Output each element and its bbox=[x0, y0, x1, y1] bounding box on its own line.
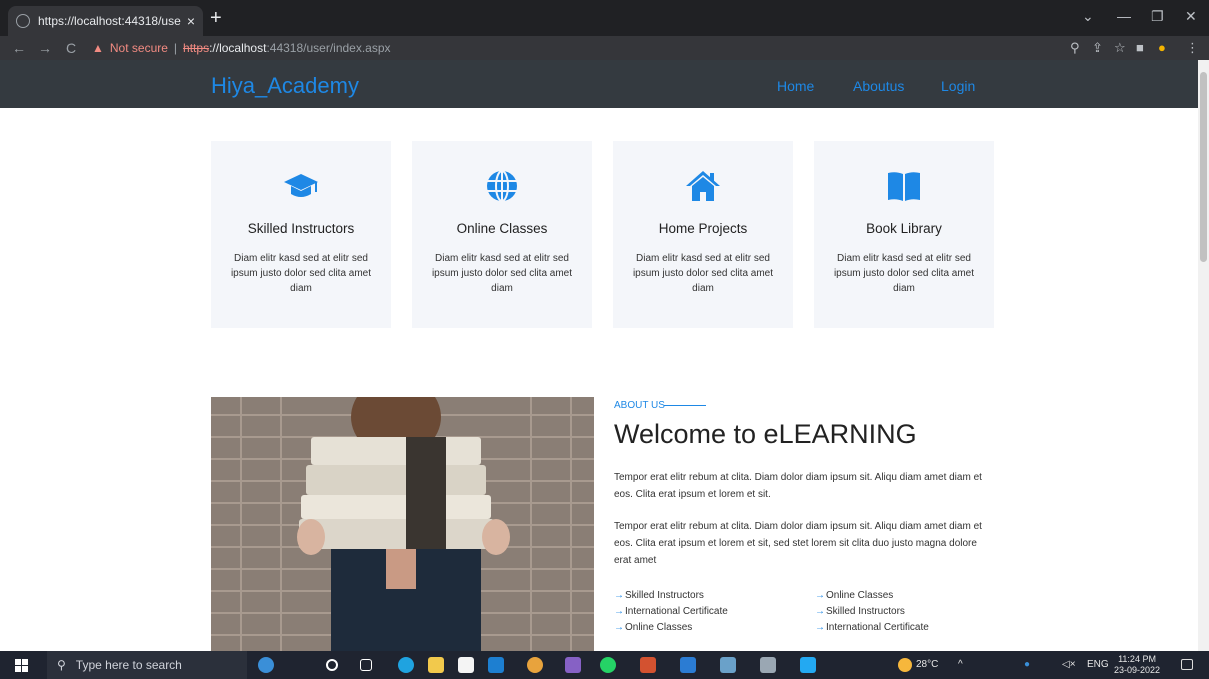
url-path: :44318/user/index.aspx bbox=[266, 41, 391, 55]
forward-icon[interactable]: → bbox=[38, 40, 52, 56]
store-icon[interactable] bbox=[458, 657, 474, 673]
arrow-right-icon: → bbox=[614, 590, 624, 601]
site-globe-icon bbox=[16, 14, 30, 28]
about-us-label: ABOUT US bbox=[614, 400, 665, 411]
zoom-icon[interactable]: ⚲ bbox=[1070, 40, 1080, 56]
powerpoint-icon[interactable] bbox=[640, 657, 656, 673]
book-icon bbox=[888, 172, 920, 201]
feature-item: →Online Classes bbox=[815, 590, 894, 601]
close-window-icon[interactable]: ✕ bbox=[1185, 8, 1197, 25]
not-secure-label[interactable]: Not secure bbox=[110, 41, 168, 55]
feature-item: →Skilled Instructors bbox=[815, 606, 905, 617]
site-navbar: Hiya_Academy Home Aboutus Login bbox=[0, 60, 1198, 108]
chrome-icon[interactable] bbox=[527, 657, 543, 673]
arrow-right-icon: → bbox=[614, 622, 624, 633]
about-paragraph-1: Tempor erat elitr rebum at clita. Diam d… bbox=[614, 472, 982, 500]
card-description: Diam elitr kasd sed at elitr sed ipsum j… bbox=[833, 253, 975, 294]
about-paragraph-2: Tempor erat elitr rebum at clita. Diam d… bbox=[614, 521, 982, 566]
nav-home[interactable]: Home bbox=[777, 78, 814, 94]
scrollbar-thumb[interactable] bbox=[1200, 72, 1207, 262]
arrow-right-icon: → bbox=[815, 622, 825, 633]
visual-studio-icon[interactable] bbox=[565, 657, 581, 673]
url-input[interactable]: ▲ Not secure | https ://localhost :44318… bbox=[92, 36, 391, 60]
url-host: ://localhost bbox=[209, 41, 267, 55]
notification-icon[interactable] bbox=[1181, 659, 1193, 670]
search-placeholder: Type here to search bbox=[75, 658, 182, 672]
arrow-right-icon: → bbox=[815, 590, 825, 601]
back-icon[interactable]: ← bbox=[12, 40, 26, 56]
task-view-icon[interactable] bbox=[360, 659, 372, 671]
tray-overflow-icon[interactable]: ^ bbox=[958, 659, 963, 670]
nav-aboutus[interactable]: Aboutus bbox=[853, 78, 904, 94]
vscode-icon[interactable] bbox=[800, 657, 816, 673]
share-icon[interactable]: ⇪ bbox=[1092, 40, 1103, 56]
profile-avatar-icon[interactable]: ● bbox=[1158, 40, 1166, 55]
taskbar-clock[interactable]: 11:24 PM 23-09-2022 bbox=[1114, 654, 1160, 676]
address-bar-row: ← → C ▲ Not secure | https ://localhost … bbox=[0, 36, 1209, 60]
card-description: Diam elitr kasd sed at elitr sed ipsum j… bbox=[230, 253, 372, 294]
card-description: Diam elitr kasd sed at elitr sed ipsum j… bbox=[632, 253, 774, 294]
tab-search-chevron-icon[interactable]: ⌄ bbox=[1082, 8, 1094, 25]
feature-card-book-library: Book Library Diam elitr kasd sed at elit… bbox=[814, 141, 994, 328]
browser-tab-bar: https://localhost:44318/user/ind × + ⌄ —… bbox=[0, 0, 1209, 36]
reload-icon[interactable]: C bbox=[64, 40, 78, 56]
card-title: Skilled Instructors bbox=[247, 221, 355, 236]
notepad-icon[interactable] bbox=[720, 657, 736, 673]
windows-taskbar: ⚲ Type here to search 28°C ^ ● ◁× ENG 11… bbox=[0, 651, 1209, 679]
card-title: Online Classes bbox=[456, 221, 548, 236]
globe-icon bbox=[487, 170, 517, 202]
app-icon[interactable] bbox=[760, 657, 776, 673]
news-widget-icon[interactable] bbox=[258, 657, 274, 673]
whatsapp-icon[interactable] bbox=[600, 657, 616, 673]
bookmark-star-icon[interactable]: ☆ bbox=[1114, 40, 1126, 56]
feature-item: →Skilled Instructors bbox=[614, 590, 704, 601]
file-explorer-icon[interactable] bbox=[428, 657, 444, 673]
weather-temp[interactable]: 28°C bbox=[916, 659, 938, 670]
feature-item: →International Certificate bbox=[614, 606, 728, 617]
about-us-underline bbox=[664, 405, 706, 406]
cortana-icon[interactable] bbox=[326, 659, 338, 671]
bluetooth-icon[interactable]: ● bbox=[1024, 659, 1030, 670]
about-image bbox=[211, 397, 594, 651]
maximize-icon[interactable]: ❐ bbox=[1151, 8, 1164, 25]
sidepanel-icon[interactable]: ■ bbox=[1136, 40, 1144, 55]
card-title: Book Library bbox=[866, 221, 942, 236]
clock-time: 11:24 PM bbox=[1118, 654, 1156, 664]
about-heading: Welcome to eLEARNING bbox=[614, 419, 917, 449]
graduation-cap-icon bbox=[284, 174, 318, 197]
url-scheme: https bbox=[183, 41, 210, 55]
feature-card-skilled-instructors: Skilled Instructors Diam elitr kasd sed … bbox=[211, 141, 391, 328]
arrow-right-icon: → bbox=[815, 606, 825, 617]
taskbar-search-input[interactable]: ⚲ Type here to search bbox=[47, 651, 247, 679]
windows-start-icon[interactable] bbox=[15, 659, 28, 672]
browser-tab[interactable]: https://localhost:44318/user/ind × bbox=[8, 6, 203, 36]
site-brand[interactable]: Hiya_Academy bbox=[211, 73, 359, 99]
card-description: Diam elitr kasd sed at elitr sed ipsum j… bbox=[431, 253, 573, 294]
feature-card-online-classes: Online Classes Diam elitr kasd sed at el… bbox=[412, 141, 592, 328]
language-indicator[interactable]: ENG bbox=[1087, 659, 1109, 670]
menu-kebab-icon[interactable]: ⋮ bbox=[1186, 40, 1199, 56]
search-icon: ⚲ bbox=[57, 658, 66, 672]
card-title: Home Projects bbox=[658, 221, 748, 236]
tab-close-icon[interactable]: × bbox=[187, 13, 195, 29]
feature-card-home-projects: Home Projects Diam elitr kasd sed at eli… bbox=[613, 141, 793, 328]
nav-login[interactable]: Login bbox=[941, 78, 975, 94]
word-icon[interactable] bbox=[680, 657, 696, 673]
minimize-icon[interactable]: — bbox=[1117, 8, 1131, 24]
home-icon bbox=[686, 171, 720, 201]
volume-icon[interactable]: ◁× bbox=[1062, 659, 1076, 670]
tab-title: https://localhost:44318/user/ind bbox=[38, 14, 181, 28]
warning-icon: ▲ bbox=[92, 41, 104, 55]
clock-date: 23-09-2022 bbox=[1114, 665, 1161, 675]
feature-item: →International Certificate bbox=[815, 622, 929, 633]
url-separator: | bbox=[173, 41, 178, 55]
new-tab-button[interactable]: + bbox=[210, 8, 222, 28]
mail-icon[interactable] bbox=[488, 657, 504, 673]
feature-item: →Online Classes bbox=[614, 622, 693, 633]
page-scrollbar[interactable] bbox=[1198, 60, 1209, 651]
edge-icon[interactable] bbox=[398, 657, 414, 673]
arrow-right-icon: → bbox=[614, 606, 624, 617]
weather-icon[interactable] bbox=[898, 658, 912, 672]
